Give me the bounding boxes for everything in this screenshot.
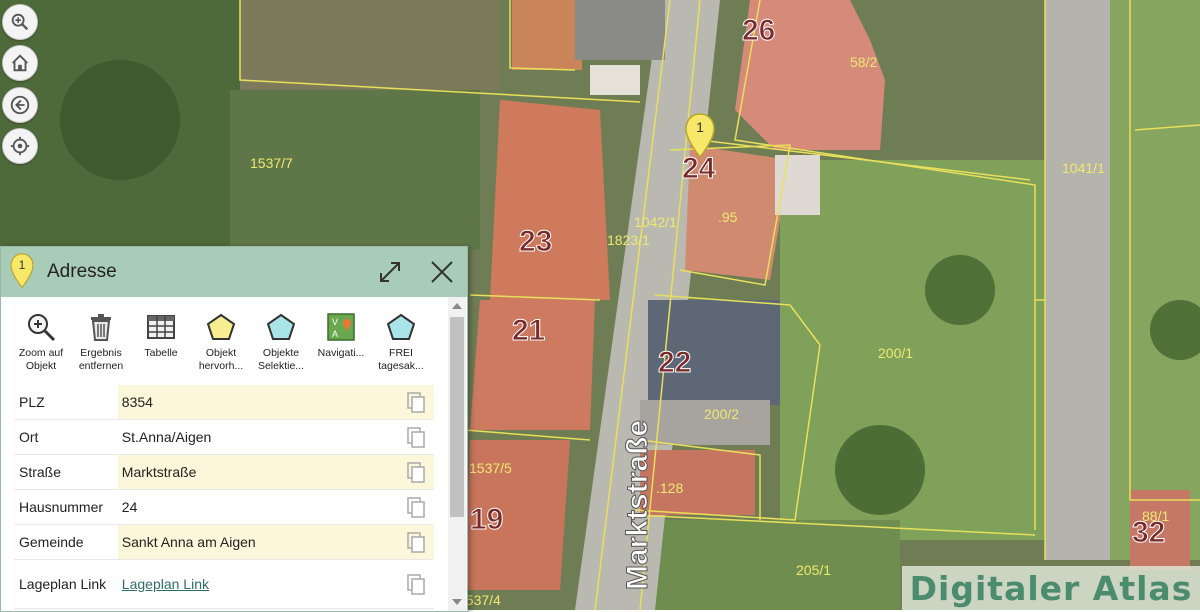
parcel-label: 205/1 bbox=[796, 562, 832, 578]
panel-toolbar: Zoom auf Objekt Ergebnis entfernen Tabel… bbox=[11, 311, 441, 383]
copy-button[interactable] bbox=[398, 385, 434, 419]
highlight-icon bbox=[206, 313, 236, 340]
copy-icon bbox=[407, 497, 425, 518]
street-label: Marktstraße bbox=[621, 419, 655, 591]
table-row: Ort St.Anna/Aigen bbox=[14, 420, 434, 455]
select-objects-button[interactable]: Objekte Selektie... bbox=[251, 311, 311, 383]
copy-icon bbox=[407, 427, 425, 448]
parcel-label: 88/1 bbox=[1142, 508, 1170, 524]
parcel-label: 1537/7 bbox=[250, 155, 293, 171]
free-icon bbox=[386, 313, 416, 340]
parcel-label: 1042/1 bbox=[634, 214, 677, 230]
close-icon bbox=[431, 261, 453, 283]
house-number: 26 bbox=[741, 14, 776, 48]
tool-label: Ergebnis entfernen bbox=[78, 347, 124, 372]
close-button[interactable] bbox=[429, 259, 455, 285]
parcel-label: 200/1 bbox=[878, 345, 914, 361]
row-value: Sankt Anna am Aigen bbox=[117, 525, 399, 559]
scroll-thumb[interactable] bbox=[450, 317, 464, 517]
row-value: 8354 bbox=[117, 385, 399, 419]
panel-header: 1 Adresse bbox=[1, 247, 467, 297]
tool-label: Objekte Selektie... bbox=[257, 347, 305, 372]
copy-icon bbox=[407, 462, 425, 483]
scroll-down-icon[interactable] bbox=[452, 599, 462, 605]
row-value: Marktstraße bbox=[117, 455, 399, 489]
row-key: Gemeinde bbox=[19, 534, 84, 550]
parcel-label: .128 bbox=[656, 480, 684, 496]
copy-icon bbox=[407, 574, 425, 595]
tool-label: Objekt hervorh... bbox=[198, 347, 244, 372]
zoom-in-button[interactable] bbox=[2, 4, 38, 40]
brand-logo: Digitaler Atlas bbox=[902, 566, 1200, 610]
marker-number: 1 bbox=[696, 119, 704, 135]
lageplan-link[interactable]: Lageplan Link bbox=[122, 576, 209, 592]
zoom-to-object-button[interactable]: Zoom auf Objekt bbox=[11, 311, 71, 383]
svg-text:A: A bbox=[332, 329, 338, 339]
row-key: Lageplan Link bbox=[19, 575, 107, 592]
highlight-object-button[interactable]: Objekt hervorh... bbox=[191, 311, 251, 383]
parcel-label: 58/2 bbox=[850, 54, 878, 70]
table-row: Straße Marktstraße bbox=[14, 455, 434, 490]
row-key: Hausnummer bbox=[19, 499, 104, 515]
parcel-label: 1537/5 bbox=[469, 460, 512, 476]
zoom-in-icon bbox=[11, 13, 29, 31]
marker-number: 1 bbox=[18, 258, 26, 272]
navigation-icon: VA bbox=[327, 313, 355, 341]
tool-label: FREI tagesak... bbox=[378, 347, 424, 372]
table-row: PLZ 8354 bbox=[14, 385, 434, 420]
svg-text:V: V bbox=[332, 317, 338, 327]
table-icon bbox=[147, 315, 175, 339]
table-row: Gemeinde Sankt Anna am Aigen bbox=[14, 525, 434, 560]
select-icon bbox=[266, 313, 296, 340]
row-value: 24 bbox=[121, 499, 138, 515]
copy-button[interactable] bbox=[398, 525, 434, 559]
copy-button[interactable] bbox=[398, 560, 434, 608]
home-button[interactable] bbox=[2, 45, 38, 81]
house-number: 23 bbox=[518, 225, 553, 259]
parcel-label: 1041/1 bbox=[1062, 160, 1105, 176]
locate-icon bbox=[10, 136, 30, 156]
tool-label: Navigati... bbox=[317, 347, 365, 359]
parcel-label: 1823/1 bbox=[607, 232, 650, 248]
trash-icon bbox=[91, 314, 111, 341]
copy-button[interactable] bbox=[398, 420, 434, 454]
back-icon bbox=[10, 95, 30, 115]
expand-icon bbox=[380, 262, 400, 282]
copy-button[interactable] bbox=[398, 490, 434, 524]
house-number: 19 bbox=[469, 503, 504, 537]
expand-button[interactable] bbox=[377, 259, 403, 285]
row-key: PLZ bbox=[19, 394, 45, 410]
navigation-button[interactable]: VA Navigati... bbox=[311, 311, 371, 383]
panel-title: Adresse bbox=[47, 261, 117, 282]
back-button[interactable] bbox=[2, 87, 38, 123]
home-icon bbox=[12, 54, 28, 72]
house-number: 21 bbox=[511, 314, 546, 348]
parcel-label: 200/2 bbox=[704, 406, 740, 422]
copy-icon bbox=[407, 532, 425, 553]
row-value: Lageplan Link bbox=[118, 560, 399, 608]
tool-label: Zoom auf Objekt bbox=[18, 347, 64, 372]
address-panel: 1 Adresse Zoom auf Objekt Ergebnis entfe… bbox=[0, 246, 468, 612]
zoom-icon bbox=[28, 314, 56, 342]
table-row: Lageplan Link Lageplan Link bbox=[14, 560, 434, 609]
house-number: 22 bbox=[657, 346, 692, 380]
remove-result-button[interactable]: Ergebnis entfernen bbox=[71, 311, 131, 383]
locate-button[interactable] bbox=[2, 128, 38, 164]
parcel-label: .95 bbox=[718, 209, 738, 225]
copy-icon bbox=[407, 392, 425, 413]
attribute-table: PLZ 8354 Ort St.Anna/Aigen Straße Markts… bbox=[14, 385, 434, 609]
scroll-up-icon[interactable] bbox=[452, 303, 462, 309]
marker-icon: 1 bbox=[9, 253, 35, 289]
tool-label: Tabelle bbox=[144, 347, 178, 359]
copy-button[interactable] bbox=[398, 455, 434, 489]
row-key: Straße bbox=[19, 464, 62, 480]
map-marker-icon[interactable]: 1 bbox=[684, 113, 716, 159]
row-value: St.Anna/Aigen bbox=[121, 429, 212, 445]
table-row: Hausnummer 24 bbox=[14, 490, 434, 525]
free-daily-button[interactable]: FREI tagesak... bbox=[371, 311, 431, 383]
row-key: Ort bbox=[19, 429, 39, 445]
table-button[interactable]: Tabelle bbox=[131, 311, 191, 383]
panel-scrollbar[interactable] bbox=[448, 297, 466, 611]
